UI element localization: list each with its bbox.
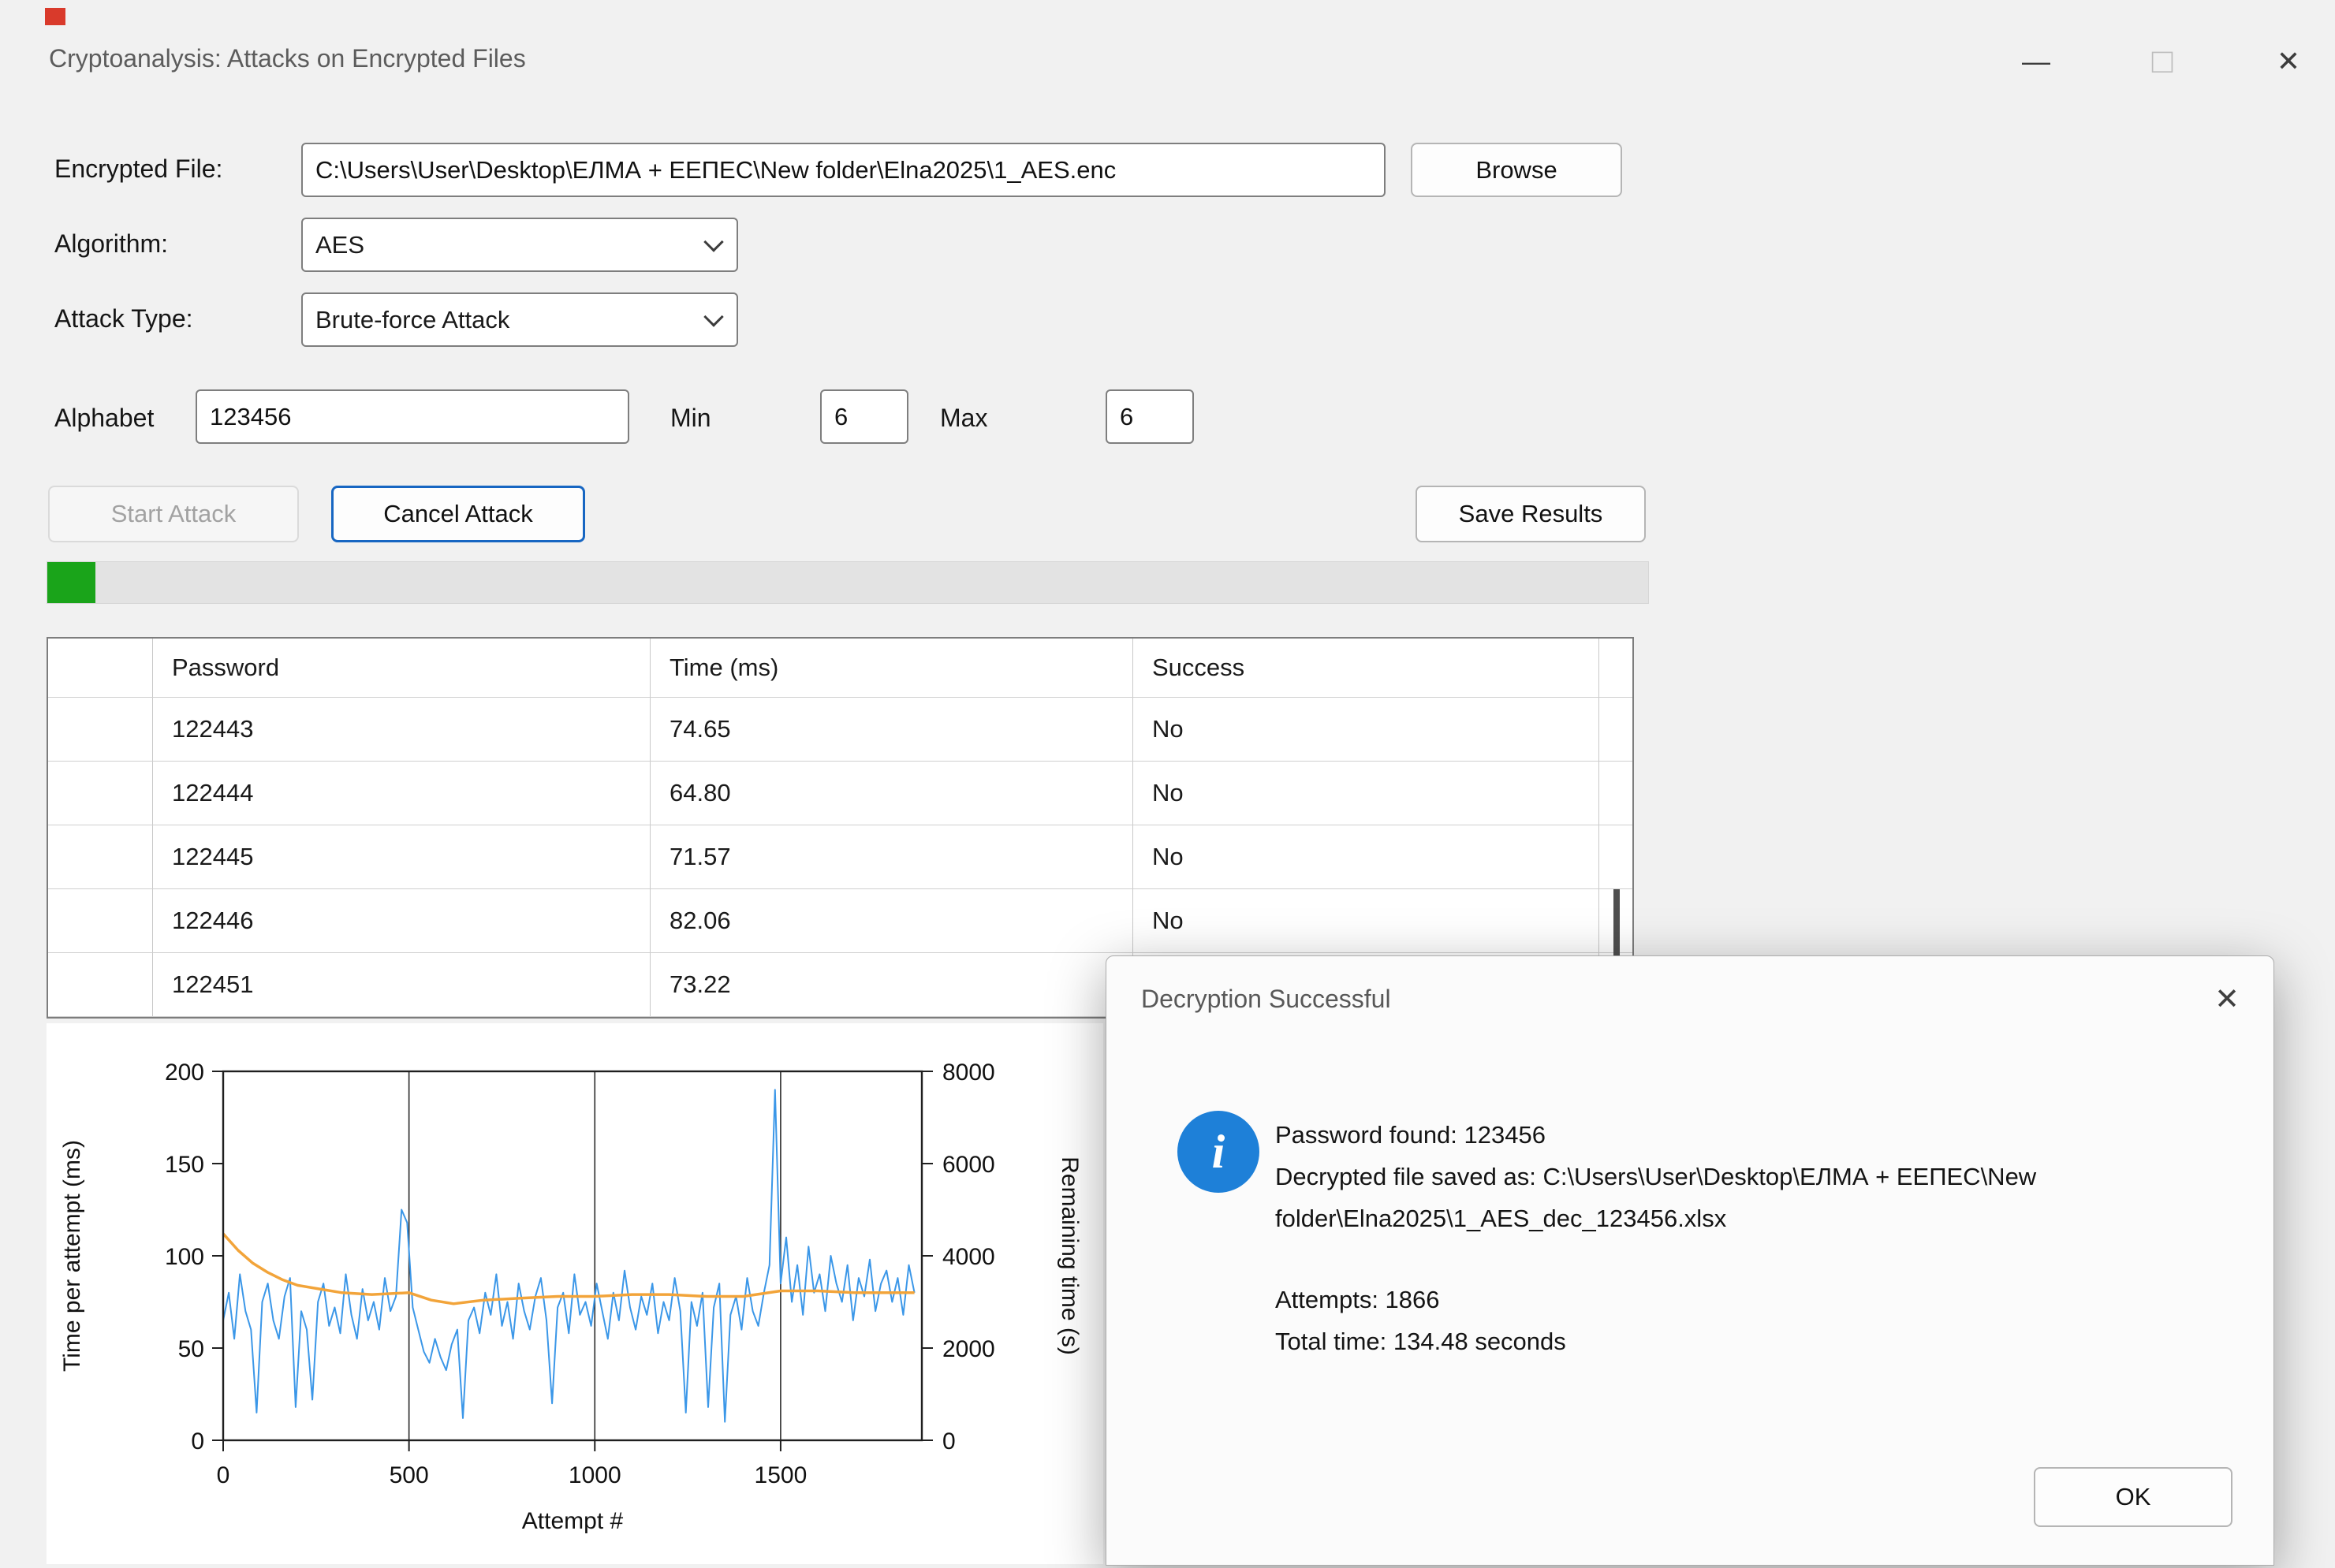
password-cell: 122446 bbox=[153, 889, 651, 952]
alphabet-label: Alphabet bbox=[54, 404, 154, 433]
table-header-row: Password Time (ms) Success bbox=[48, 639, 1632, 698]
max-label: Max bbox=[940, 404, 987, 433]
password-cell: 122451 bbox=[153, 953, 651, 1016]
row-selector-cell[interactable] bbox=[48, 953, 153, 1016]
decryption-dialog: Decryption Successful ✕ i Password found… bbox=[1106, 955, 2274, 1566]
svg-text:0: 0 bbox=[191, 1428, 204, 1454]
table-row[interactable]: 122444 64.80 No bbox=[48, 762, 1632, 825]
start-attack-button[interactable]: Start Attack bbox=[48, 486, 299, 542]
cancel-attack-button[interactable]: Cancel Attack bbox=[331, 486, 585, 542]
svg-text:2000: 2000 bbox=[942, 1336, 995, 1362]
table-row[interactable]: 122446 82.06 No bbox=[48, 889, 1632, 953]
attack-type-label: Attack Type: bbox=[54, 304, 193, 333]
info-icon: i bbox=[1177, 1111, 1259, 1193]
column-header-time[interactable]: Time (ms) bbox=[651, 639, 1133, 697]
close-icon: ✕ bbox=[2214, 981, 2240, 1017]
attack-type-value: Brute-force Attack bbox=[315, 306, 509, 334]
min-input[interactable] bbox=[820, 389, 908, 444]
time-cell: 82.06 bbox=[651, 889, 1133, 952]
chevron-down-icon bbox=[703, 307, 723, 326]
table-scrollbar-thumb[interactable] bbox=[1613, 889, 1620, 965]
row-selector-cell[interactable] bbox=[48, 889, 153, 952]
svg-text:500: 500 bbox=[390, 1462, 429, 1488]
svg-text:200: 200 bbox=[165, 1060, 204, 1086]
min-label: Min bbox=[670, 404, 711, 433]
browse-button-label: Browse bbox=[1475, 156, 1557, 184]
algorithm-label: Algorithm: bbox=[54, 229, 168, 259]
svg-text:Time per attempt (ms): Time per attempt (ms) bbox=[59, 1140, 85, 1372]
encrypted-file-input[interactable] bbox=[301, 143, 1386, 197]
progress-bar bbox=[47, 561, 1649, 604]
password-cell: 122445 bbox=[153, 825, 651, 888]
column-header-password[interactable]: Password bbox=[153, 639, 651, 697]
chevron-down-icon bbox=[703, 232, 723, 251]
svg-text:1500: 1500 bbox=[755, 1462, 808, 1488]
svg-text:Remaining time (s): Remaining time (s) bbox=[1057, 1156, 1083, 1355]
dialog-title: Decryption Successful bbox=[1141, 985, 1391, 1014]
row-selector-cell[interactable] bbox=[48, 698, 153, 761]
maximize-button[interactable]: □ bbox=[2129, 33, 2195, 90]
app-icon bbox=[45, 8, 65, 25]
maximize-icon: □ bbox=[2152, 42, 2173, 81]
row-selector-cell[interactable] bbox=[48, 762, 153, 825]
table-row[interactable]: 122445 71.57 No bbox=[48, 825, 1632, 889]
time-cell: 71.57 bbox=[651, 825, 1133, 888]
ok-button[interactable]: OK bbox=[2034, 1467, 2232, 1527]
svg-text:100: 100 bbox=[165, 1244, 204, 1270]
row-selector-header[interactable] bbox=[48, 639, 153, 697]
svg-text:1000: 1000 bbox=[569, 1462, 621, 1488]
algorithm-select[interactable]: AES bbox=[301, 218, 738, 272]
column-header-success[interactable]: Success bbox=[1133, 639, 1599, 697]
minimize-button[interactable]: — bbox=[2003, 33, 2069, 90]
svg-text:0: 0 bbox=[942, 1428, 956, 1454]
success-cell: No bbox=[1133, 762, 1599, 825]
alphabet-input[interactable] bbox=[196, 389, 629, 444]
ok-button-label: OK bbox=[2116, 1483, 2151, 1511]
window-title: Cryptoanalysis: Attacks on Encrypted Fil… bbox=[49, 44, 526, 73]
start-attack-label: Start Attack bbox=[111, 500, 237, 528]
dialog-body: Password found: 123456 Decrypted file sa… bbox=[1275, 1114, 2261, 1362]
svg-text:Attempt #: Attempt # bbox=[522, 1508, 624, 1534]
close-icon: ✕ bbox=[2277, 45, 2300, 78]
svg-text:6000: 6000 bbox=[942, 1152, 995, 1178]
time-cell: 64.80 bbox=[651, 762, 1133, 825]
svg-text:150: 150 bbox=[165, 1152, 204, 1178]
total-time-line: Total time: 134.48 seconds bbox=[1275, 1320, 2261, 1362]
svg-text:0: 0 bbox=[217, 1462, 230, 1488]
algorithm-value: AES bbox=[315, 231, 364, 259]
svg-text:50: 50 bbox=[178, 1336, 204, 1362]
progress-fill bbox=[47, 562, 95, 603]
attempts-line: Attempts: 1866 bbox=[1275, 1279, 2261, 1320]
dialog-close-button[interactable]: ✕ bbox=[2199, 974, 2255, 1024]
save-results-button[interactable]: Save Results bbox=[1416, 486, 1646, 542]
saved-file-line: Decrypted file saved as: C:\Users\User\D… bbox=[1275, 1156, 2261, 1239]
svg-text:4000: 4000 bbox=[942, 1244, 995, 1270]
max-input[interactable] bbox=[1106, 389, 1194, 444]
encrypted-file-label: Encrypted File: bbox=[54, 155, 222, 184]
save-results-label: Save Results bbox=[1459, 500, 1603, 528]
close-button[interactable]: ✕ bbox=[2255, 33, 2322, 90]
password-found-line: Password found: 123456 bbox=[1275, 1114, 2261, 1156]
minimize-icon: — bbox=[2022, 45, 2050, 78]
svg-text:8000: 8000 bbox=[942, 1060, 995, 1086]
time-cell: 74.65 bbox=[651, 698, 1133, 761]
password-cell: 122443 bbox=[153, 698, 651, 761]
cancel-attack-label: Cancel Attack bbox=[383, 500, 533, 528]
attack-type-select[interactable]: Brute-force Attack bbox=[301, 292, 738, 347]
attack-chart-panel: 0501001502000200040006000800005001000150… bbox=[47, 1023, 1103, 1564]
attack-chart: 0501001502000200040006000800005001000150… bbox=[47, 1023, 1103, 1564]
password-cell: 122444 bbox=[153, 762, 651, 825]
success-cell: No bbox=[1133, 825, 1599, 888]
success-cell: No bbox=[1133, 889, 1599, 952]
table-row[interactable]: 122443 74.65 No bbox=[48, 698, 1632, 762]
browse-button[interactable]: Browse bbox=[1411, 143, 1622, 197]
row-selector-cell[interactable] bbox=[48, 825, 153, 888]
time-cell: 73.22 bbox=[651, 953, 1133, 1016]
success-cell: No bbox=[1133, 698, 1599, 761]
scrollbar-gutter-header bbox=[1599, 639, 1632, 697]
